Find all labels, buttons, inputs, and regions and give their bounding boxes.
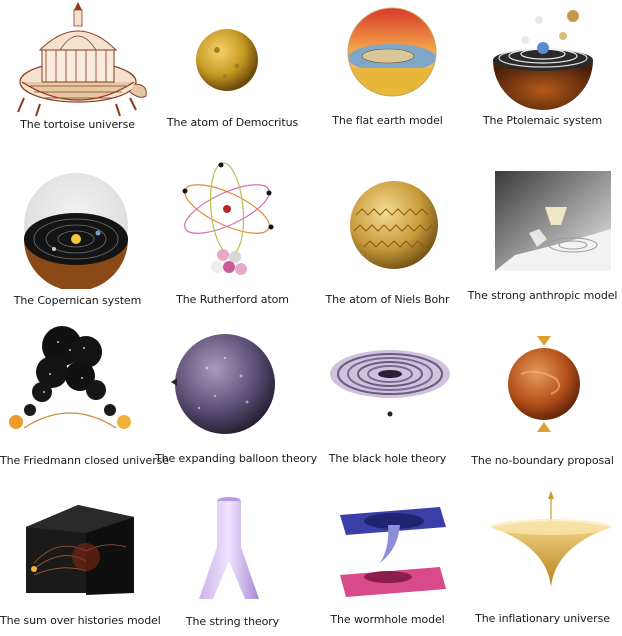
tortoise-universe-illustration (0, 0, 155, 130)
caption: The Rutherford atom (176, 293, 289, 306)
sum-over-histories-illustration (0, 477, 155, 607)
tile-string-theory: The string theory (155, 477, 310, 636)
democritus-atom-illustration (155, 0, 310, 130)
tile-flat-earth-model: The flat earth model (310, 0, 465, 159)
caption: The inflationary universe (475, 612, 610, 625)
friedmann-illustration (0, 318, 155, 448)
string-theory-illustration (155, 477, 310, 607)
caption: The atom of Niels Bohr (325, 293, 450, 306)
tile-copernican-system: The Copernican system (0, 159, 155, 318)
copernican-illustration (0, 159, 155, 289)
caption: The expanding balloon theory (155, 452, 318, 465)
tile-expanding-balloon-theory: The expanding balloon theory (155, 318, 318, 477)
caption: The flat earth model (332, 114, 443, 127)
flat-earth-illustration (310, 0, 465, 130)
tile-wormhole-model: The wormhole model (310, 477, 465, 636)
balloon-illustration (155, 318, 310, 448)
caption: The tortoise universe (20, 118, 135, 131)
caption: The no-boundary proposal (471, 454, 614, 467)
caption: The black hole theory (328, 452, 447, 465)
tile-tortoise-universe: The tortoise universe (0, 0, 155, 159)
tile-friedmann-closed-universe: The Friedmann closed universe (0, 318, 169, 477)
tile-atom-of-niels-bohr: The atom of Niels Bohr (310, 159, 465, 318)
tile-no-boundary-proposal: The no-boundary proposal (465, 318, 620, 477)
tile-ptolemaic-system: The Ptolemaic system (465, 0, 620, 159)
tile-rutherford-atom: The Rutherford atom (155, 159, 310, 318)
caption: The atom of Democritus (166, 116, 299, 129)
rutherford-illustration (155, 159, 310, 289)
cosmology-models-grid: The tortoise universe The atom of Democr… (0, 0, 622, 636)
tile-sum-over-histories-model: The sum over histories model (0, 477, 161, 636)
ptolemaic-illustration (465, 0, 620, 130)
tile-inflationary-universe: The inflationary universe (465, 477, 620, 636)
no-boundary-illustration (465, 318, 620, 448)
caption: The string theory (185, 615, 280, 628)
black-hole-illustration (310, 318, 465, 448)
anthropic-illustration (465, 159, 620, 289)
tile-atom-of-democritus: The atom of Democritus (155, 0, 310, 159)
caption: The Ptolemaic system (482, 114, 603, 127)
inflationary-illustration (465, 477, 620, 607)
caption: The Copernican system (13, 294, 142, 307)
caption: The Friedmann closed universe (0, 454, 169, 467)
tile-black-hole-theory: The black hole theory (310, 318, 465, 477)
caption: The sum over histories model (0, 614, 161, 627)
tile-strong-anthropic-model: The strong anthropic model (465, 159, 620, 318)
caption: The strong anthropic model (467, 289, 618, 302)
bohr-atom-illustration (310, 159, 465, 289)
caption: The wormhole model (330, 613, 445, 626)
wormhole-illustration (310, 477, 465, 607)
